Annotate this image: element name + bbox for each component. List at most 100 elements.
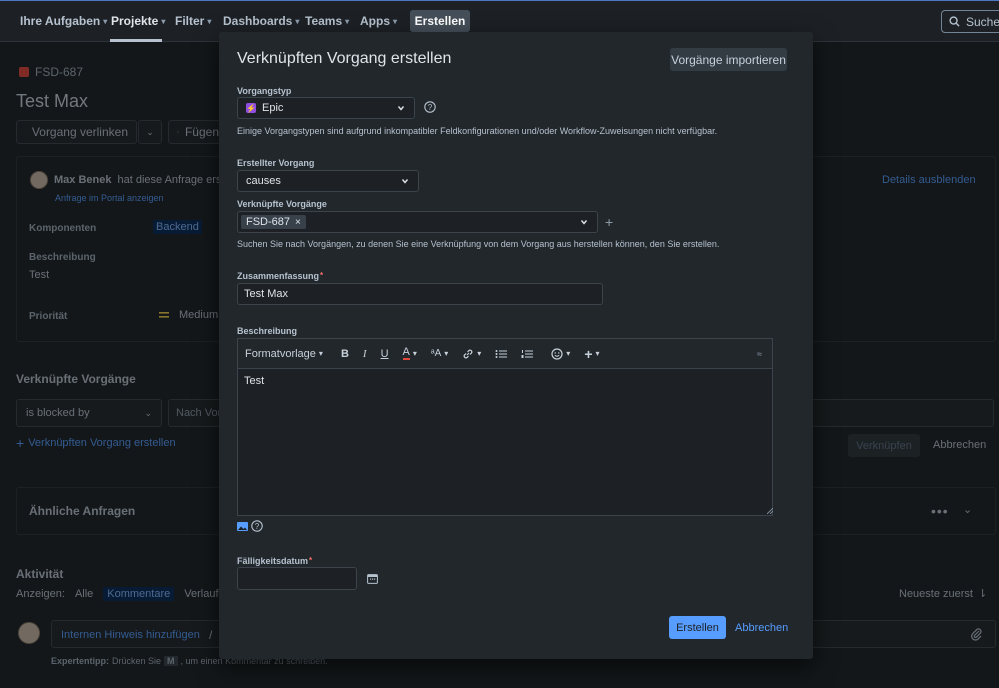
- due-date-input[interactable]: [237, 567, 357, 590]
- issue-type-help: Einige Vorgangstypen sind aufgrund inkom…: [237, 126, 718, 136]
- format-style-dropdown[interactable]: Formatvorlage ▾: [245, 348, 323, 360]
- chevron-down-icon: ▾: [207, 16, 212, 26]
- check-circle-icon: [177, 131, 179, 133]
- text-styles-glyph: ᵃA: [430, 348, 442, 359]
- description-value[interactable]: Test: [29, 269, 49, 281]
- chevron-down-icon: ▾: [295, 16, 300, 26]
- nav-teams[interactable]: Teams ▾: [305, 14, 349, 28]
- issue-key[interactable]: FSD-687: [19, 65, 83, 79]
- plus-icon[interactable]: +: [605, 215, 613, 229]
- bold-icon[interactable]: B: [341, 348, 349, 360]
- portal-link[interactable]: Anfrage im Portal anzeigen: [55, 193, 164, 203]
- nav-dashboards[interactable]: Dashboards ▾: [223, 14, 299, 28]
- collapse-toolbar-icon[interactable]: ≈: [757, 349, 762, 359]
- sort-icon: ⇂: [977, 588, 988, 600]
- search-input[interactable]: Suchen: [941, 10, 999, 33]
- link-glyph: [463, 349, 473, 358]
- hide-details-link[interactable]: Details ausblenden: [882, 174, 976, 186]
- search-placeholder: Suchen: [966, 14, 999, 29]
- avatar[interactable]: [30, 171, 48, 189]
- filter-comments[interactable]: Kommentare: [103, 587, 175, 601]
- cancel-button[interactable]: Abbrechen: [735, 616, 788, 639]
- required-indicator: *: [320, 271, 324, 280]
- linked-issues-help: Suchen Sie nach Vorgängen, zu denen Sie …: [237, 239, 720, 249]
- priority-label: Priorität: [29, 311, 68, 322]
- chevron-down-icon: ▾: [444, 349, 449, 358]
- chevron-down-icon: [580, 220, 588, 225]
- link-issue-button[interactable]: Vorgang verlinken: [16, 120, 137, 144]
- more-icon[interactable]: •••: [931, 503, 949, 519]
- reporter-name[interactable]: Max Benek: [54, 174, 111, 186]
- create-linked-issue-link[interactable]: + Verknüpften Vorgang erstellen: [16, 436, 176, 450]
- submit-button[interactable]: Erstellen: [669, 616, 726, 639]
- text-styles-icon[interactable]: ᵃA ▾: [431, 348, 448, 359]
- description-editor[interactable]: Test: [237, 368, 773, 516]
- avatar: [18, 622, 40, 644]
- priority-field[interactable]: Medium: [159, 309, 218, 321]
- search-icon: [949, 16, 960, 27]
- chevron-down-icon[interactable]: ⌄: [963, 503, 972, 516]
- issue-type-select[interactable]: ⚡ Epic: [237, 97, 415, 119]
- filter-history[interactable]: Verlauf: [184, 588, 218, 600]
- help-icon[interactable]: ?: [424, 101, 436, 113]
- nav-filters[interactable]: Filter ▾: [175, 14, 211, 28]
- link-relation-select[interactable]: causes: [237, 170, 419, 192]
- link-options-button[interactable]: ⌄: [138, 120, 162, 144]
- linked-issue-tag-label: FSD-687: [246, 216, 291, 228]
- import-issues-button[interactable]: Vorgänge importieren: [670, 48, 787, 71]
- calendar-icon[interactable]: [367, 573, 378, 584]
- chevron-down-icon: ▾: [566, 349, 571, 358]
- activity-filters: Anzeigen: Alle Kommentare Verlauf: [16, 587, 219, 601]
- dialog-title: Verknüpften Vorgang erstellen: [237, 50, 452, 67]
- summary-label: Zusammenfassung*: [237, 271, 323, 281]
- chevron-down-icon: ▾: [318, 349, 323, 358]
- underline-icon[interactable]: U: [381, 348, 389, 360]
- internal-note-link[interactable]: Internen Hinweis hinzufügen: [61, 629, 200, 641]
- link-issue-label: Vorgang verlinken: [31, 125, 128, 139]
- emoji-icon[interactable]: ▾: [551, 347, 571, 360]
- required-indicator: *: [309, 556, 313, 565]
- summary-input[interactable]: Test Max: [237, 283, 603, 305]
- numbered-list-icon[interactable]: [521, 349, 534, 359]
- due-date-label: Fälligkeitsdatum*: [237, 556, 312, 566]
- linked-issues-label: Verknüpfte Vorgänge: [237, 199, 327, 209]
- linked-issues-title: Verknüpfte Vorgänge: [16, 372, 136, 386]
- link-icon: [25, 131, 26, 133]
- resize-handle-icon[interactable]: [767, 508, 773, 514]
- link-icon[interactable]: ▾: [462, 348, 481, 360]
- attachment-icon[interactable]: [970, 627, 983, 641]
- help-icon[interactable]: ?: [251, 520, 263, 532]
- create-button[interactable]: Erstellen: [410, 10, 470, 32]
- issue-key-text: FSD-687: [35, 65, 84, 79]
- component-badge[interactable]: Backend: [153, 220, 202, 234]
- tip-key: M: [164, 656, 178, 666]
- similar-requests-title[interactable]: Ähnliche Anfragen: [29, 504, 135, 518]
- sort-toggle[interactable]: Neueste zuerst ⇂: [899, 587, 988, 601]
- link-confirm-button[interactable]: Verknüpfen: [848, 434, 920, 457]
- nav-your-work[interactable]: Ihre Aufgaben ▾: [20, 14, 107, 28]
- nav-apps[interactable]: Apps ▾: [360, 14, 397, 28]
- description-label: Beschreibung: [29, 252, 96, 263]
- link-type-select[interactable]: is blocked by ⌄: [16, 399, 162, 427]
- nav-projects[interactable]: Projekte ▾: [111, 14, 165, 28]
- description-editor-text: Test: [244, 375, 265, 387]
- nav-active-indicator: [110, 39, 162, 42]
- bullet-list-glyph: [495, 349, 508, 358]
- insert-icon[interactable]: + ▾: [584, 347, 599, 361]
- tip-text: Drücken Sie: [112, 656, 162, 666]
- image-icon[interactable]: [237, 522, 248, 531]
- issue-type-icon: [19, 67, 29, 77]
- summary-label-text: Zusammenfassung: [237, 271, 320, 281]
- chevron-down-icon: ▾: [412, 349, 417, 358]
- text-color-icon[interactable]: A ▾: [402, 347, 417, 360]
- bullet-list-icon[interactable]: [495, 349, 508, 359]
- linked-issues-picker[interactable]: FSD-687 ×: [237, 211, 598, 233]
- close-icon[interactable]: ×: [295, 217, 301, 228]
- reporter-text: hat diese Anfrage erste: [117, 174, 231, 186]
- filter-all[interactable]: Alle: [75, 588, 93, 600]
- tip-bold: Expertentipp:: [51, 656, 110, 666]
- link-cancel-button[interactable]: Abbrechen: [933, 439, 986, 451]
- italic-icon[interactable]: I: [363, 348, 367, 360]
- create-linked-issue-label: Verknüpften Vorgang erstellen: [28, 437, 176, 449]
- issue-title[interactable]: Test Max: [16, 91, 88, 112]
